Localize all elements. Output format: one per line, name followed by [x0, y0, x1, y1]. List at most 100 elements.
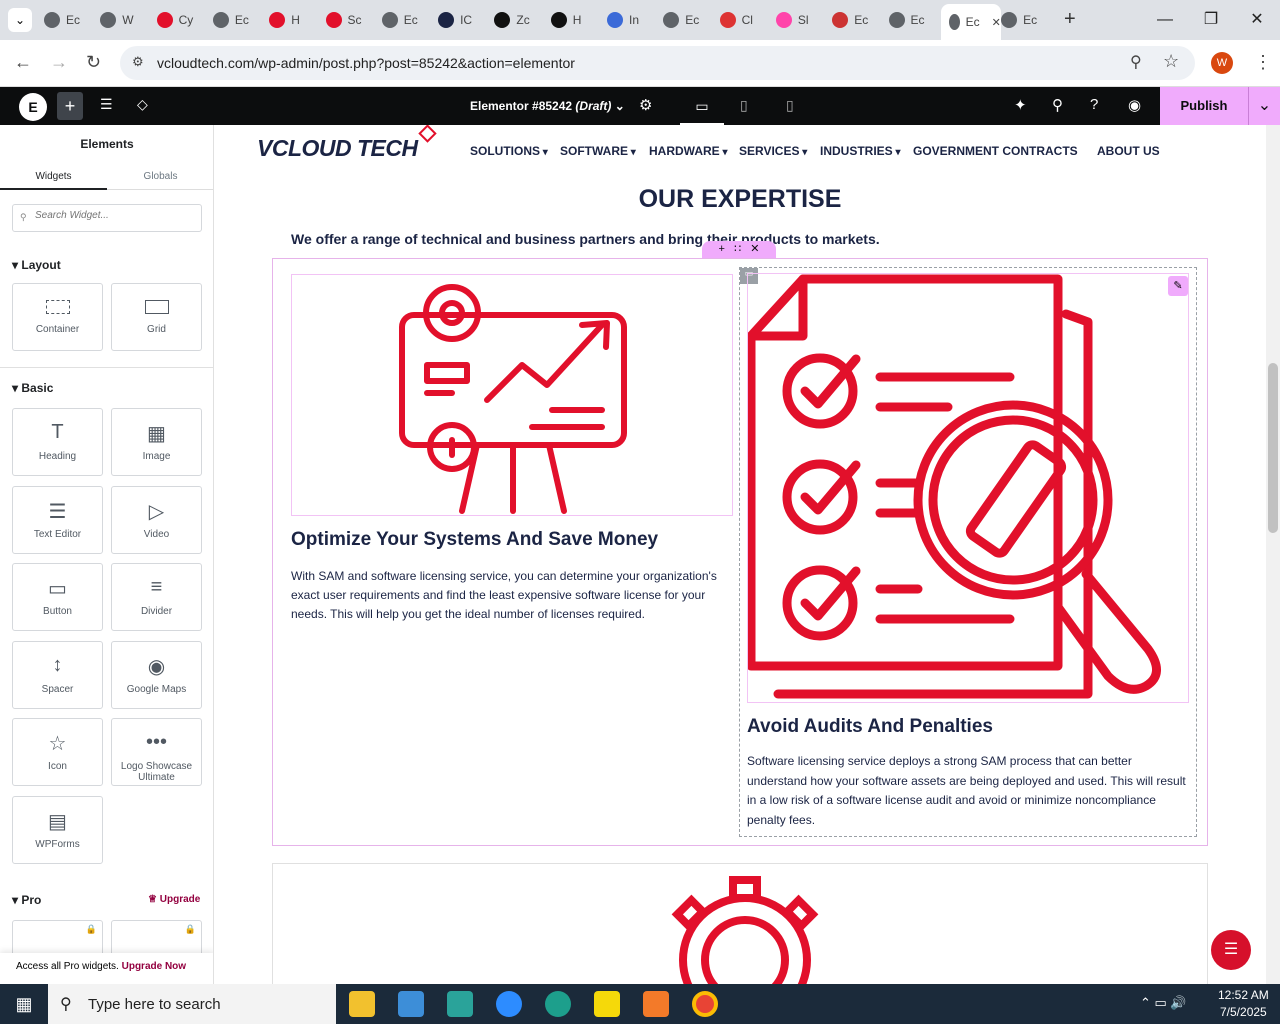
publish-button[interactable]: Publish [1160, 87, 1248, 125]
widget-wpforms[interactable]: ▤ WPForms [12, 795, 103, 864]
browser-tab[interactable]: Ec [381, 8, 432, 32]
search-widget-field[interactable]: ⚲ [12, 204, 202, 232]
elementor-logo-icon[interactable]: E [19, 93, 47, 121]
container-handle[interactable]: + ∷ ✕ [702, 241, 776, 258]
preview-eye-icon[interactable]: ◉ [1128, 96, 1141, 114]
widget-divider[interactable]: ≡ Divider [111, 563, 202, 631]
tab-widgets[interactable]: Widgets [0, 163, 107, 190]
add-element-button[interactable]: + [57, 92, 83, 120]
add-icon[interactable]: + [719, 243, 725, 255]
chat-bubble-button[interactable]: ☰ [1211, 930, 1251, 970]
new-tab-button[interactable]: + [1064, 8, 1076, 31]
profile-avatar[interactable]: W [1211, 52, 1233, 74]
nav-item-government-contracts[interactable]: GOVERNMENT CONTRACTS [913, 144, 1078, 158]
clock-time[interactable]: 12:52 AM [1218, 988, 1269, 1002]
publish-options-button[interactable]: ⌄ [1248, 87, 1280, 125]
restore-button[interactable]: ❐ [1196, 8, 1226, 32]
start-button[interactable]: ▦ [0, 984, 48, 1024]
browser-tab[interactable]: Cl [719, 8, 770, 32]
tab-globals[interactable]: Globals [107, 163, 213, 190]
nav-item-solutions[interactable]: SOLUTIONS ▾ [470, 144, 548, 158]
site-info-icon[interactable]: ⚙ [132, 54, 144, 70]
page-settings-icon[interactable]: ⚙ [639, 96, 652, 114]
minimize-button[interactable]: — [1150, 8, 1180, 32]
basic-section-header[interactable]: ▾ Basic [12, 381, 53, 395]
browser-tab[interactable]: Cy [156, 8, 207, 32]
browser-tab[interactable]: Zc [494, 8, 544, 32]
zoom-app-icon[interactable] [496, 991, 522, 1017]
browser-tab[interactable]: IC [438, 8, 488, 32]
chrome-icon[interactable] [692, 991, 718, 1017]
finder-search-icon[interactable]: ⚲ [1052, 96, 1063, 114]
reload-icon[interactable]: ↻ [86, 52, 101, 73]
browser-tab[interactable]: Ec [663, 8, 713, 32]
browser-tab[interactable]: W [100, 8, 150, 32]
browser-tab[interactable]: Ec ✕ [940, 4, 1001, 40]
browser-tab[interactable]: H [550, 8, 601, 32]
widget-spacer[interactable]: ↕ Spacer [12, 640, 103, 709]
tab-search-button[interactable]: ⌄ [8, 8, 32, 32]
edge-icon[interactable] [545, 991, 571, 1017]
upgrade-now-link[interactable]: Upgrade Now [122, 961, 186, 972]
widget-heading[interactable]: T Heading [12, 408, 103, 476]
help-icon[interactable]: ? [1090, 96, 1098, 113]
zoom-icon[interactable]: ⚲ [1130, 52, 1142, 72]
delete-icon[interactable]: ✕ [750, 243, 759, 255]
nav-item-hardware[interactable]: HARDWARE ▾ [649, 144, 727, 158]
widget-grid[interactable]: Grid [111, 283, 202, 351]
desktop-view-button[interactable]: ▭ [680, 87, 724, 125]
app-icon[interactable] [447, 991, 473, 1017]
browser-menu-icon[interactable]: ⋮ [1254, 52, 1272, 73]
nav-item-about-us[interactable]: ABOUT US [1097, 144, 1160, 158]
browser-tab[interactable]: Ec [832, 8, 882, 32]
omnibox[interactable]: ⚙ vcloudtech.com/wp-admin/post.php?post=… [120, 46, 1195, 80]
widget-button[interactable]: ▭ Button [12, 563, 103, 631]
card1-image-widget[interactable] [291, 274, 733, 516]
widget-image[interactable]: ▦ Image [111, 408, 202, 476]
upgrade-link[interactable]: ♕ Upgrade [148, 894, 200, 905]
tablet-view-icon[interactable]: ▯ [740, 97, 748, 114]
browser-tab[interactable]: Sl [775, 8, 826, 32]
browser-tab[interactable]: H [269, 8, 319, 32]
forward-icon[interactable]: → [50, 52, 68, 73]
taskbar-search[interactable]: ⚲ Type here to search [48, 984, 336, 1024]
file-explorer-icon[interactable] [349, 991, 375, 1017]
url-text[interactable]: vcloudtech.com/wp-admin/post.php?post=85… [157, 55, 575, 71]
system-tray[interactable]: ⌃ ▭ 🔊 [1140, 995, 1187, 1011]
document-title[interactable]: Elementor #85242 (Draft) ⌄ [470, 99, 625, 113]
page-scrollbar[interactable] [1266, 125, 1280, 984]
card2-image-widget[interactable] [746, 273, 1189, 703]
widget-google-maps[interactable]: ◉ Google Maps [111, 640, 202, 709]
widget-video[interactable]: ▷ Video [111, 485, 202, 554]
layout-section-header[interactable]: ▾ Layout [12, 258, 61, 272]
structure-layers-icon[interactable]: ◇ [137, 96, 148, 113]
back-icon[interactable]: ← [14, 52, 32, 73]
notifications-icon[interactable]: ✦ [1014, 96, 1027, 114]
nav-item-services[interactable]: SERVICES ▾ [739, 144, 807, 158]
clock-date[interactable]: 7/5/2025 [1220, 1005, 1267, 1019]
browser-tab[interactable]: Ec [44, 8, 94, 32]
site-logo[interactable]: VCLOUD TECH [257, 125, 437, 162]
search-widget-input[interactable] [35, 210, 195, 221]
pro-section-header[interactable]: ▾ Pro [12, 893, 41, 907]
xampp-icon[interactable] [643, 991, 669, 1017]
bookmark-star-icon[interactable]: ☆ [1163, 51, 1179, 72]
mobile-view-icon[interactable]: ▯ [786, 97, 794, 114]
nav-item-industries[interactable]: INDUSTRIES ▾ [820, 144, 901, 158]
browser-tab[interactable]: Sc [325, 8, 376, 32]
browser-tab[interactable]: Ec [212, 8, 263, 32]
edit-widget-button[interactable]: ✎ [1168, 276, 1188, 296]
widget-icon[interactable]: ☆ Icon [12, 718, 103, 786]
settings-sliders-icon[interactable]: ☰ [100, 96, 113, 113]
browser-tab[interactable]: In [607, 8, 657, 32]
widget-logo-showcase-ultimate[interactable]: ••• Logo Showcase Ultimate [111, 718, 202, 786]
browser-tab[interactable]: Ec [888, 8, 939, 32]
app-icon[interactable] [398, 991, 424, 1017]
drag-handle-icon[interactable]: ∷ [734, 243, 741, 255]
nav-item-software[interactable]: SOFTWARE ▾ [560, 144, 636, 158]
close-tab-icon[interactable]: ✕ [992, 16, 1001, 29]
close-window-button[interactable]: ✕ [1242, 8, 1272, 32]
widget-container[interactable]: Container [12, 283, 103, 351]
scrollbar-thumb[interactable] [1268, 363, 1278, 533]
browser-tab[interactable]: Ec [1001, 8, 1051, 32]
